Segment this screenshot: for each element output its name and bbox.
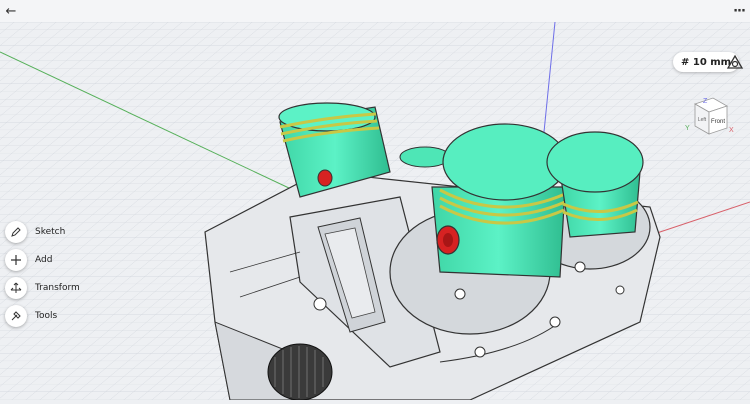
back-button[interactable]: ←	[0, 0, 22, 22]
toolbar-item-sketch[interactable]: Sketch	[5, 218, 80, 246]
toolbar-item-tools[interactable]: Tools	[5, 302, 80, 330]
view-settings-icon	[726, 54, 744, 69]
title-bar: ← ···	[0, 0, 750, 22]
viewcube-front-label: Front	[711, 119, 725, 125]
knurled-knob[interactable]	[267, 343, 333, 401]
transform-icon	[5, 277, 27, 299]
plus-icon	[5, 249, 27, 271]
piston-front[interactable]	[431, 123, 568, 278]
more-dots-icon: ···	[733, 3, 746, 19]
toolbar-item-label: Sketch	[35, 227, 66, 237]
axis-z-label: Z	[703, 98, 708, 105]
pen-icon	[5, 221, 27, 243]
toolbar-item-transform[interactable]: Transform	[5, 274, 80, 302]
toolbar-item-label: Add	[35, 255, 53, 265]
toolbar-item-add[interactable]: Add	[5, 246, 80, 274]
3d-viewport[interactable]: # 10 mm Front Left Z Y X Sketch Add Tran…	[0, 21, 750, 401]
viewcube-left-label: Left	[698, 117, 707, 123]
scene-canvas[interactable]	[0, 21, 750, 401]
more-menu-button[interactable]: ···	[728, 0, 750, 22]
tool-panel: Sketch Add Transform Tools	[5, 218, 80, 330]
view-cube[interactable]: Front Left Z Y X	[681, 94, 737, 150]
arrow-left-icon: ←	[5, 3, 17, 19]
hammer-icon	[5, 305, 27, 327]
toolbar-item-label: Transform	[35, 283, 80, 293]
grid-scale-label: # 10 mm	[681, 56, 732, 68]
axis-y-label: Y	[685, 125, 690, 132]
toolbar-item-label: Tools	[35, 311, 58, 321]
axis-x-label: X	[729, 127, 734, 134]
view-settings-button[interactable]	[726, 54, 744, 72]
